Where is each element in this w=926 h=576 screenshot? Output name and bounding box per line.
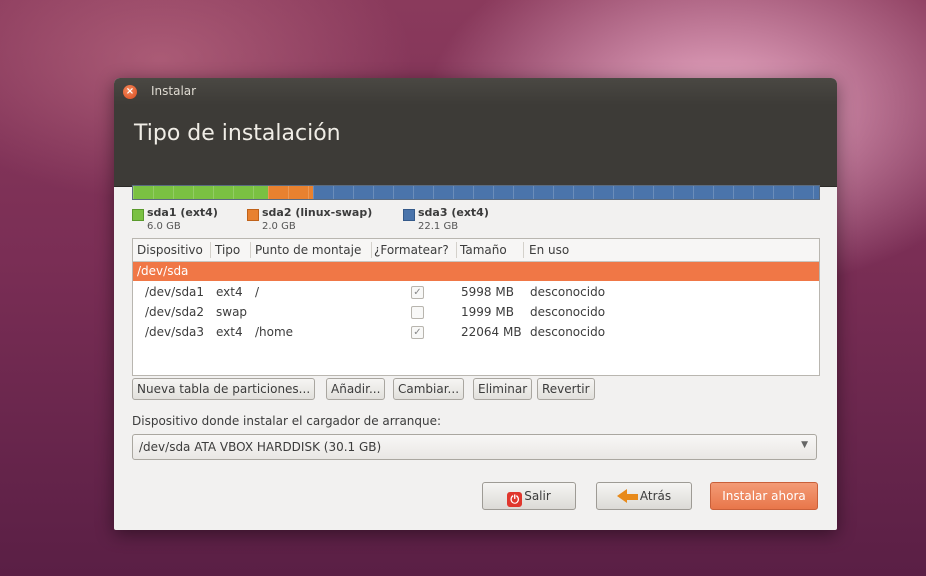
legend-size: 22.1 GB [418,221,459,232]
power-icon: ⏻ [507,492,523,507]
format-checkbox[interactable] [411,306,424,319]
cell-type: ext4 [216,285,243,299]
cell-size: 1999 MB [461,305,514,319]
legend-name: sda2 (linux-swap) [262,206,373,219]
table-row[interactable]: /dev/sda1 ext4 / ✓ 5998 MB desconocido [133,283,819,303]
change-button[interactable]: Cambiar... [393,378,465,400]
back-button[interactable]: Atrás [596,482,692,510]
cell-size: 22064 MB [461,325,522,339]
table-row[interactable]: /dev/sda2 swap 1999 MB desconocido [133,303,819,323]
cell-mount: /home [255,325,294,339]
window-title: Instalar [151,84,197,98]
legend-swatch [403,209,415,221]
back-label: Atrás [639,489,672,503]
table-row[interactable]: /dev/sda3 ext4 /home ✓ 22064 MB desconoc… [133,323,819,343]
column-header-device[interactable]: Dispositivo [137,243,203,257]
cell-size: 5998 MB [461,285,514,299]
cell-mount: / [255,285,260,299]
close-icon[interactable]: × [123,85,137,99]
bootloader-selected: /dev/sda ATA VBOX HARDDISK (30.1 GB) [139,440,382,454]
add-button[interactable]: Añadir... [326,378,386,400]
chevron-down-icon: ▼ [801,440,808,450]
partition-bar-sda2 [268,186,313,199]
cell-device: /dev/sda3 [145,325,205,339]
table-header: Dispositivo Tipo Punto de montaje ¿Forma… [133,239,819,262]
partition-bar-sda1 [133,186,268,199]
cell-device: /dev/sda1 [145,285,205,299]
disk-device: /dev/sda [137,264,189,278]
cell-used: desconocido [530,325,606,339]
quit-button[interactable]: ⏻ Salir [482,482,576,510]
column-header-used[interactable]: En uso [529,243,569,257]
cell-used: desconocido [530,285,606,299]
install-now-button[interactable]: Instalar ahora [710,482,818,510]
legend-name: sda1 (ext4) [147,206,218,219]
bootloader-device-select[interactable]: /dev/sda ATA VBOX HARDDISK (30.1 GB) ▼ [132,434,817,460]
cell-device: /dev/sda2 [145,305,205,319]
column-header-mount[interactable]: Punto de montaje [255,243,361,257]
new-partition-table-button[interactable]: Nueva tabla de particiones... [132,378,316,400]
revert-button[interactable]: Revertir [537,378,595,400]
column-header-format[interactable]: ¿Formatear? [374,243,449,257]
bootloader-label: Dispositivo donde instalar el cargador d… [132,414,442,428]
format-checkbox[interactable]: ✓ [411,326,424,339]
partition-bar [132,185,820,200]
title-bar: × Instalar [114,78,837,105]
cell-type: ext4 [216,325,243,339]
page-title: Tipo de instalación [134,121,341,146]
cell-type: swap [216,305,248,319]
header-band: Tipo de instalación [114,105,837,187]
legend-size: 6.0 GB [147,221,181,232]
column-header-type[interactable]: Tipo [215,243,240,257]
partition-bar-sda3 [313,186,819,199]
delete-button[interactable]: Eliminar [473,378,533,400]
legend-size: 2.0 GB [262,221,296,232]
column-header-size[interactable]: Tamaño [460,243,507,257]
format-checkbox[interactable]: ✓ [411,286,424,299]
table-row-disk[interactable]: /dev/sda [133,262,819,281]
quit-label: Salir [524,489,551,503]
cell-used: desconocido [530,305,606,319]
legend-swatch [247,209,259,221]
installer-dialog: × Instalar Tipo de instalación sda1 (ext… [114,78,837,530]
legend-name: sda3 (ext4) [418,206,489,219]
legend-swatch [132,209,144,221]
partition-table: Dispositivo Tipo Punto de montaje ¿Forma… [132,238,820,376]
